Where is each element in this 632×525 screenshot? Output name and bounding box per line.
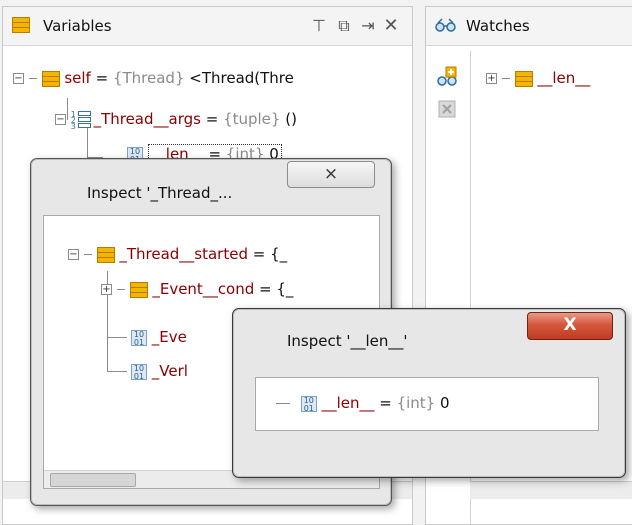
tree-row-len-value[interactable]: 10 01 __len__ = {int} 0 <box>276 394 450 412</box>
equals-sign: = <box>200 110 224 128</box>
int-type-icon: 1001 <box>300 395 317 412</box>
inspect-len-title: Inspect '__len__' <box>287 332 408 350</box>
collapse-icon[interactable]: − <box>13 73 24 84</box>
close-icon: ⨯ <box>323 164 339 184</box>
watch-row-len[interactable]: + __len__ <box>486 69 590 87</box>
int-type-icon: 1001 <box>131 329 147 346</box>
pin-icon[interactable]: ⇥ <box>358 16 378 36</box>
variable-type: {int} <box>396 394 436 412</box>
tree-row-verl[interactable]: 10 01 _Verl <box>131 362 188 380</box>
variables-panel-header: Variables ⊤ ⧉ ⇥ ✕ <box>3 7 412 46</box>
watches-horizontal-scrollbar[interactable] <box>470 481 632 499</box>
variable-name: _Thread__started <box>119 245 248 263</box>
tree-row-eve[interactable]: 10 01 _Eve <box>131 328 187 346</box>
equals-sign: = <box>254 280 277 298</box>
inspect-len-window: Inspect '__len__' X 10 01 __len__ = {int}… <box>232 308 626 478</box>
variable-type: {_ <box>270 245 288 263</box>
watches-panel-title: Watches <box>466 17 530 35</box>
expand-icon[interactable]: + <box>101 284 112 295</box>
close-button[interactable]: ⨯ <box>287 161 375 188</box>
variables-panel-title: Variables <box>43 17 112 35</box>
watch-name: __len__ <box>537 69 591 87</box>
scroll-thumb[interactable] <box>50 473 136 487</box>
variable-name: self <box>64 69 91 87</box>
add-watch-icon[interactable] <box>436 66 458 88</box>
variable-stack-icon <box>41 70 60 87</box>
variable-name: __len__ <box>321 394 375 412</box>
collapse-icon[interactable]: − <box>55 114 66 125</box>
inspect-len-client: 10 01 __len__ = {int} 0 <box>255 377 599 431</box>
tree-row-event-cond[interactable]: + _Event__cond = {_ <box>101 280 293 298</box>
int-type-icon: 1001 <box>131 363 147 380</box>
remove-watch-icon[interactable] <box>438 100 460 122</box>
variable-name: _Eve <box>151 328 187 346</box>
close-panel-icon[interactable]: ✕ <box>381 16 401 36</box>
tree-row-self[interactable]: − self = {Thread} <Thread(Thre <box>13 69 294 87</box>
variable-name: _Thread__args <box>93 110 201 128</box>
variable-type: {tuple} <box>223 110 281 128</box>
variable-name: _Verl <box>151 362 188 380</box>
tree-connector <box>87 127 88 157</box>
restore-window-icon[interactable]: ⧉ <box>334 16 354 36</box>
watch-glasses-icon <box>435 17 457 37</box>
variable-value: () <box>280 110 297 128</box>
tuple-type-icon: 123 <box>71 110 91 130</box>
close-button[interactable]: X <box>527 312 613 340</box>
variable-type: {Thread} <box>112 69 185 87</box>
equals-sign: = <box>247 245 271 263</box>
watches-panel-header: Watches <box>426 7 632 46</box>
restore-layout-icon[interactable]: ⊤ <box>309 16 329 36</box>
tree-connector <box>276 403 290 404</box>
variable-type: {_ <box>276 280 294 298</box>
variable-value: <Thread(Thre <box>184 69 294 87</box>
variable-value: 0 <box>435 394 450 412</box>
equals-sign: = <box>90 69 113 87</box>
tree-connector <box>107 337 127 338</box>
variable-name: _Event__cond <box>152 280 255 298</box>
collapse-icon[interactable]: − <box>68 249 79 260</box>
tree-row-thread-started[interactable]: − _Thread__started = {_ <box>68 245 287 263</box>
variable-stack-icon <box>514 70 533 87</box>
equals-sign: = <box>374 394 397 412</box>
tree-connector <box>107 371 127 372</box>
tree-row-thread-args[interactable]: − 123 _Thread__args = {tuple} () <box>55 110 297 130</box>
close-icon: X <box>563 315 577 335</box>
expand-icon[interactable]: + <box>486 73 497 84</box>
variable-stack-icon <box>129 281 148 298</box>
variable-stack-icon <box>96 246 115 263</box>
variables-icon <box>12 17 30 33</box>
inspect-thread-title: Inspect '_Thread_... <box>87 184 233 202</box>
